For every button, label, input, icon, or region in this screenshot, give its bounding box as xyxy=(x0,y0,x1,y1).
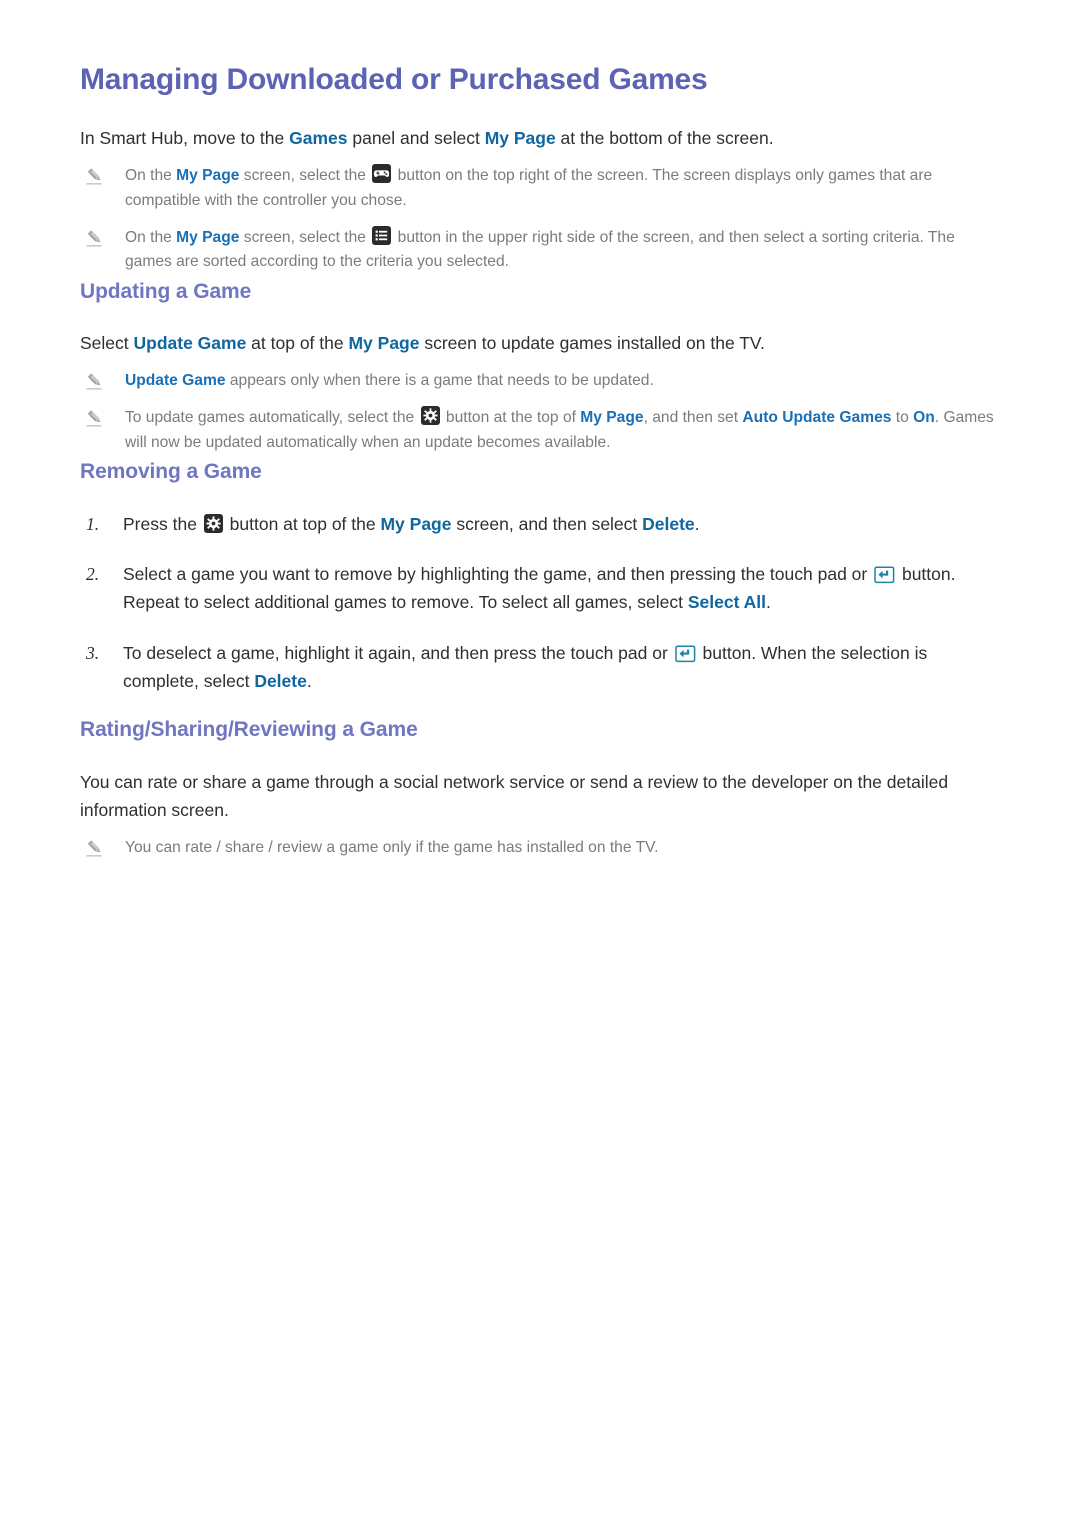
section-heading-rating-sharing-reviewing-a-game: Rating/Sharing/Reviewing a Game xyxy=(80,718,418,742)
note-pre-text: On the xyxy=(125,167,177,185)
step-post-text: . xyxy=(306,670,312,691)
paragraph-post-text: screen to update games installed on the … xyxy=(419,333,765,354)
step-mid-text: button at top of the xyxy=(224,513,381,534)
enter-key-icon[interactable] xyxy=(674,643,696,662)
step-post-text: . xyxy=(765,592,771,613)
link-games[interactable]: Games xyxy=(289,128,347,148)
intro-paragraph: In Smart Hub, move to the Games panel an… xyxy=(80,124,1000,152)
note-mid3-text: to xyxy=(891,409,914,427)
intro-mid-text: panel and select xyxy=(347,128,485,148)
gear-icon[interactable] xyxy=(203,513,223,533)
link-my-page[interactable]: My Page xyxy=(485,128,556,148)
removing-steps-list: Press the button at top of the My Page s… xyxy=(80,510,1000,696)
pencil-icon xyxy=(84,228,104,248)
note-post-text: appears only when there is a game that n… xyxy=(225,372,654,390)
note-mid-text: button at the top of xyxy=(441,409,581,427)
note-text: You can rate / share / review a game onl… xyxy=(125,839,659,857)
gear-icon[interactable] xyxy=(420,406,440,426)
link-my-page[interactable]: My Page xyxy=(380,514,451,534)
intro-pre-text: In Smart Hub, move to the xyxy=(80,128,290,148)
paragraph-mid-text: at top of the xyxy=(246,333,349,354)
note-mid-text: screen, select the xyxy=(239,167,371,185)
list-item: Press the button at top of the My Page s… xyxy=(80,510,1000,539)
section-heading-updating-a-game: Updating a Game xyxy=(80,279,252,303)
step-post-text: . xyxy=(694,513,700,534)
list-sort-icon[interactable] xyxy=(372,225,392,245)
note-mid2-text: , and then set xyxy=(643,409,743,427)
enter-key-icon[interactable] xyxy=(874,564,895,584)
note-item: Update Game appears only when there is a… xyxy=(80,369,1000,394)
updating-paragraph: Select Update Game at top of the My Page… xyxy=(80,329,1000,357)
link-my-page[interactable]: My Page xyxy=(176,229,239,246)
note-item: To update games automatically, select th… xyxy=(80,406,1000,455)
paragraph-pre-text: Select xyxy=(80,333,134,354)
link-update-game[interactable]: Update Game xyxy=(134,333,247,353)
pencil-icon xyxy=(84,371,104,391)
step-pre-text: To deselect a game, highlight it again, … xyxy=(123,642,673,663)
intro-post-text: at the bottom of the screen. xyxy=(555,128,774,148)
step-mid2-text: screen, and then select xyxy=(451,513,643,534)
link-delete[interactable]: Delete xyxy=(642,514,695,534)
document-page: Managing Downloaded or Purchased Games I… xyxy=(0,0,1080,1527)
gamepad-icon[interactable] xyxy=(372,164,392,184)
link-on[interactable]: On xyxy=(913,409,935,426)
link-my-page[interactable]: My Page xyxy=(176,167,239,184)
note-pre-text: On the xyxy=(125,228,177,246)
list-item: Select a game you want to remove by high… xyxy=(80,560,1000,617)
link-auto-update-games[interactable]: Auto Update Games xyxy=(742,409,891,426)
step-pre-text: Select a game you want to remove by high… xyxy=(123,563,873,584)
link-my-page[interactable]: My Page xyxy=(348,333,419,353)
note-mid-text: screen, select the xyxy=(239,228,371,246)
note-pre-text: To update games automatically, select th… xyxy=(125,409,419,427)
rating-paragraph: You can rate or share a game through a s… xyxy=(80,771,949,820)
link-delete[interactable]: Delete xyxy=(254,671,307,691)
note-item: On the My Page screen, select the button… xyxy=(80,225,1000,275)
link-select-all[interactable]: Select All xyxy=(688,592,766,612)
section-heading-removing-a-game: Removing a Game xyxy=(80,460,262,484)
step-pre-text: Press the xyxy=(123,513,202,534)
note-item: On the My Page screen, select the button… xyxy=(80,164,1000,213)
link-update-game[interactable]: Update Game xyxy=(125,372,226,389)
pencil-icon xyxy=(84,166,104,186)
list-item: To deselect a game, highlight it again, … xyxy=(80,639,1000,696)
link-my-page[interactable]: My Page xyxy=(580,409,643,426)
pencil-icon xyxy=(84,838,104,858)
pencil-icon xyxy=(84,408,104,428)
note-item: You can rate / share / review a game onl… xyxy=(80,836,1000,861)
page-title: Managing Downloaded or Purchased Games xyxy=(80,63,708,96)
